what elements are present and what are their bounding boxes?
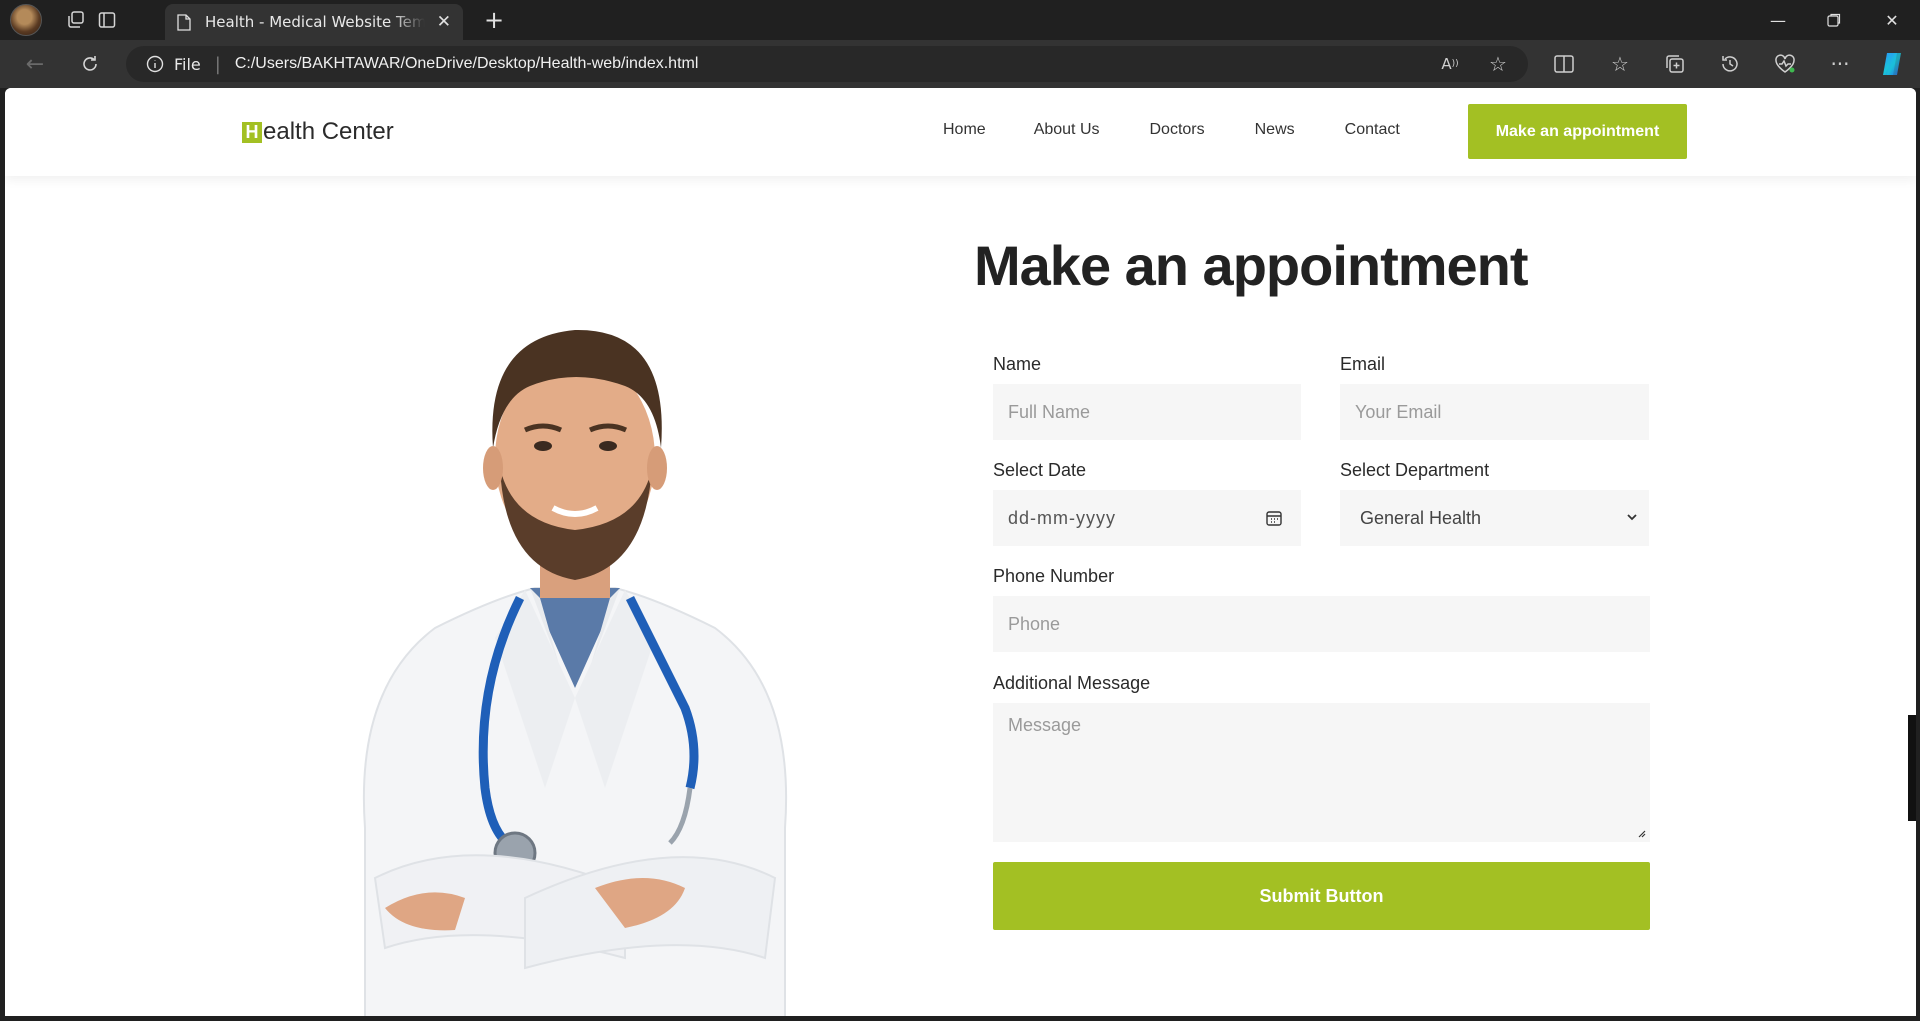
nav-about[interactable]: About Us <box>1034 121 1100 139</box>
nav-contact[interactable]: Contact <box>1345 121 1400 139</box>
phone-label: Phone Number <box>993 566 1115 586</box>
main-nav: Home About Us Doctors News Contact <box>943 121 1450 139</box>
phone-input[interactable] <box>993 596 1650 652</box>
submit-button[interactable]: Submit Button <box>993 862 1650 930</box>
back-icon[interactable]: ← <box>21 50 49 78</box>
chevron-down-icon <box>1627 514 1637 521</box>
logo-mark: H <box>242 121 262 143</box>
logo-text: ealth Center <box>263 118 394 145</box>
nav-news[interactable]: News <box>1255 121 1295 139</box>
more-menu-icon[interactable]: ··· <box>1826 50 1854 78</box>
date-placeholder: dd-mm-yyyy <box>1008 507 1116 528</box>
copilot-icon[interactable] <box>1878 50 1906 78</box>
favorites-icon[interactable]: ☆ <box>1606 50 1634 78</box>
make-appointment-button[interactable]: Make an appointment <box>1468 104 1687 159</box>
resize-handle-icon[interactable] <box>1636 828 1646 838</box>
refresh-icon[interactable] <box>76 50 104 78</box>
nav-home[interactable]: Home <box>943 121 986 139</box>
doctor-image <box>362 329 788 1016</box>
department-value: General Health <box>1360 507 1482 528</box>
address-toolbar: ← File | C:/Users/BAKHTAWAR/OneDrive/Des… <box>0 40 1920 88</box>
close-tab-icon[interactable]: ✕ <box>437 12 451 32</box>
scrollbar-thumb[interactable] <box>1908 715 1916 821</box>
profile-avatar[interactable] <box>10 4 42 36</box>
collections-icon[interactable] <box>1661 50 1689 78</box>
tab-title: Health - Medical Website Template <box>205 13 425 31</box>
url-text[interactable]: C:/Users/BAKHTAWAR/OneDrive/Desktop/Heal… <box>235 55 699 73</box>
date-input[interactable]: dd-mm-yyyy <box>993 490 1301 546</box>
message-wrapper <box>993 703 1650 842</box>
address-bar[interactable]: File | C:/Users/BAKHTAWAR/OneDrive/Deskt… <box>126 46 1528 82</box>
nav-doctors[interactable]: Doctors <box>1150 121 1205 139</box>
browser-tab-strip: Health - Medical Website Template ✕ + — … <box>0 0 1920 40</box>
message-textarea[interactable] <box>993 703 1650 842</box>
department-select[interactable]: General Health <box>1340 490 1649 546</box>
browser-essentials-icon[interactable] <box>1771 50 1799 78</box>
department-label: Select Department <box>1340 460 1490 480</box>
scheme-label: File <box>174 54 201 74</box>
date-label: Select Date <box>993 460 1087 480</box>
omnibox-divider: | <box>214 53 221 75</box>
minimize-icon[interactable]: — <box>1750 0 1806 40</box>
history-icon[interactable] <box>1716 50 1744 78</box>
tab-actions-icon[interactable] <box>93 6 121 34</box>
message-label: Additional Message <box>993 673 1151 693</box>
restore-icon[interactable] <box>1806 0 1862 40</box>
page-viewport: Health Center Home About Us Doctors News… <box>5 88 1916 1016</box>
page-icon <box>177 13 191 31</box>
appointment-heading: Make an appointment <box>974 234 1529 297</box>
email-label: Email <box>1340 354 1386 374</box>
read-aloud-icon[interactable]: A)) <box>1436 50 1464 78</box>
name-input[interactable] <box>993 384 1301 440</box>
active-tab[interactable]: Health - Medical Website Template ✕ <box>165 4 463 40</box>
calendar-icon[interactable] <box>1265 509 1283 527</box>
favorite-star-icon[interactable]: ☆ <box>1484 50 1512 78</box>
close-window-icon[interactable]: ✕ <box>1864 0 1920 40</box>
workspaces-icon[interactable] <box>62 6 90 34</box>
split-screen-icon[interactable] <box>1550 50 1578 78</box>
new-tab-icon[interactable]: + <box>480 6 508 34</box>
name-label: Name <box>993 354 1042 374</box>
site-header: Health Center Home About Us Doctors News… <box>5 88 1916 176</box>
info-icon[interactable] <box>146 55 164 73</box>
email-input[interactable] <box>1340 384 1649 440</box>
site-logo[interactable]: Health Center <box>242 118 394 146</box>
